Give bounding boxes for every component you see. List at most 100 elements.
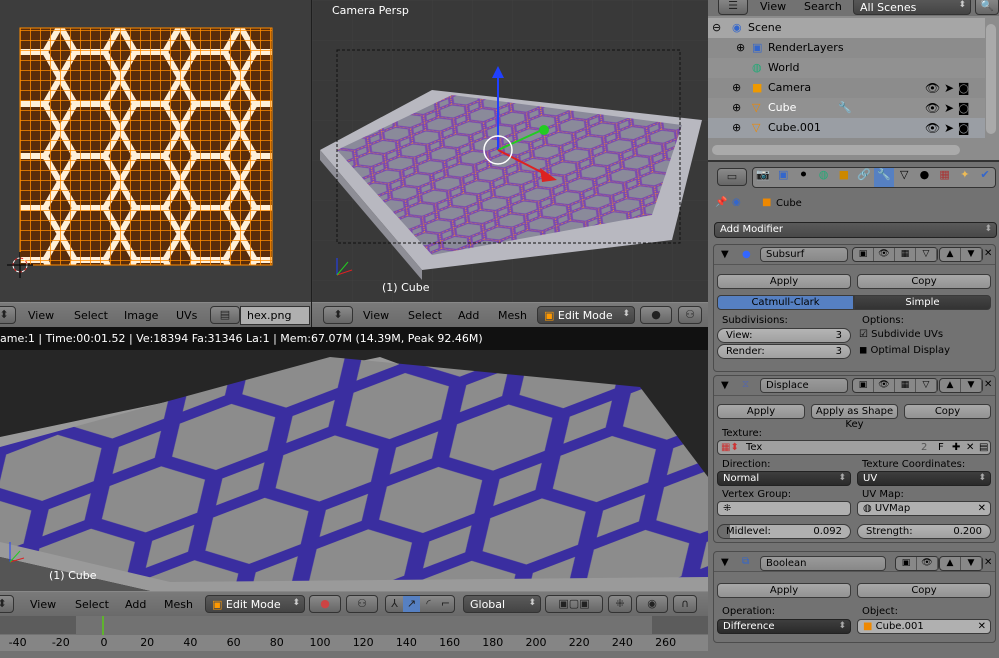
- menu-mesh[interactable]: Mesh: [164, 598, 193, 611]
- render-toggle-icon[interactable]: ▣: [896, 557, 917, 570]
- modifier-name-field[interactable]: Displace: [760, 378, 848, 393]
- editor-type-button[interactable]: ⬍: [323, 306, 353, 324]
- particles-tab-icon[interactable]: ✦: [955, 168, 975, 187]
- manipulator-icon[interactable]: ⅄: [386, 596, 403, 612]
- subdivide-uvs-checkbox[interactable]: ☑ Subdivide UVs: [859, 329, 943, 340]
- uv-menu-image[interactable]: Image: [124, 309, 158, 322]
- copy-button[interactable]: Copy: [857, 583, 991, 598]
- expand-icon[interactable]: ⊕: [732, 118, 741, 138]
- current-frame-indicator[interactable]: [102, 616, 104, 635]
- menu-select[interactable]: Select: [75, 598, 109, 611]
- direction-dropdown[interactable]: Normal: [717, 471, 851, 486]
- render-toggle-icon[interactable]: ▣: [853, 379, 874, 392]
- new-texture-icon[interactable]: ✚: [952, 441, 960, 454]
- move-down-icon[interactable]: ▼: [961, 248, 982, 261]
- apply-button[interactable]: Apply: [717, 583, 851, 598]
- outliner-editor-type[interactable]: ☰: [718, 0, 748, 15]
- uv-menu-view[interactable]: View: [28, 309, 54, 322]
- apply-button[interactable]: Apply: [717, 404, 805, 419]
- move-buttons[interactable]: ▲ ▼: [939, 247, 983, 262]
- outliner-menu-view[interactable]: View: [760, 0, 786, 13]
- object-tab-icon[interactable]: ■: [834, 168, 854, 187]
- copy-button[interactable]: Copy: [857, 274, 991, 289]
- expand-icon[interactable]: ⊕: [732, 78, 741, 98]
- menu-mesh[interactable]: Mesh: [498, 309, 527, 322]
- render-toggle-icon[interactable]: ▣: [853, 248, 874, 261]
- boolean-object-field[interactable]: ■ Cube.001 ✕: [857, 619, 991, 634]
- uv-menu-select[interactable]: Select: [74, 309, 108, 322]
- outliner-hscrollbar[interactable]: [712, 145, 960, 155]
- uv-editor[interactable]: [0, 0, 311, 302]
- outliner-scope-dropdown[interactable]: All Scenes: [853, 0, 971, 15]
- image-browse-button[interactable]: ▤: [210, 306, 240, 324]
- uv-image-canvas[interactable]: [0, 0, 311, 302]
- material-tab-icon[interactable]: ●: [914, 168, 934, 187]
- render-levels-field[interactable]: Render: 3: [717, 344, 851, 359]
- orientation-dropdown[interactable]: Global: [463, 595, 541, 613]
- modifiers-tab-icon[interactable]: 🔧: [874, 168, 895, 187]
- tab-simple[interactable]: Simple: [854, 295, 991, 310]
- expand-icon[interactable]: ⊕: [732, 98, 741, 118]
- menu-add[interactable]: Add: [125, 598, 146, 611]
- outliner-row-renderlayers[interactable]: ⊕ ▣ RenderLayers: [708, 38, 985, 58]
- outliner-row-world[interactable]: ◍ World: [708, 58, 985, 78]
- rendered-scene[interactable]: [0, 327, 708, 591]
- mode-dropdown[interactable]: ▣ Edit Mode: [205, 595, 305, 613]
- menu-view[interactable]: View: [30, 598, 56, 611]
- strength-field[interactable]: Strength: 0.200: [857, 524, 991, 539]
- uv-map-field[interactable]: ◍ UVMap ✕: [857, 501, 991, 516]
- shading-dropdown[interactable]: ●: [309, 595, 341, 613]
- move-buttons[interactable]: ▲ ▼: [939, 378, 983, 393]
- fake-user-button[interactable]: F: [938, 441, 944, 454]
- viewport-toggle-icon[interactable]: 👁: [917, 557, 938, 570]
- optimal-display-checkbox[interactable]: ◼ Optimal Display: [859, 345, 950, 356]
- image-name-field[interactable]: hex.png: [240, 306, 310, 325]
- move-down-icon[interactable]: ▼: [961, 557, 982, 570]
- manipulator-toggles[interactable]: ⅄ ↗ ◜ ⌐: [385, 595, 455, 613]
- pivot-dropdown[interactable]: ⚇: [346, 595, 378, 613]
- view-levels-field[interactable]: View: 3: [717, 328, 851, 343]
- properties-editor-type[interactable]: ▭: [717, 168, 747, 186]
- limit-selection-icon[interactable]: ⁜: [608, 595, 632, 613]
- remove-modifier-icon[interactable]: ✕: [984, 557, 992, 568]
- texture-field[interactable]: ▦⬍ Tex 2 F ✚ ✕ ▤: [717, 440, 991, 455]
- renderlayers-tab-icon[interactable]: ▣: [773, 168, 793, 187]
- rotate-icon[interactable]: ◜: [420, 596, 437, 612]
- collapse-arrow-icon[interactable]: ▼: [721, 380, 729, 391]
- outliner-vscrollbar[interactable]: [986, 24, 996, 134]
- render-tab-icon[interactable]: 📷: [753, 168, 773, 187]
- texture-coordinates-dropdown[interactable]: UV: [857, 471, 991, 486]
- 3d-viewport-rendered[interactable]: ame:1 | Time:00:01.52 | Ve:18394 Fa:3134…: [0, 327, 708, 591]
- tab-catmull-clark[interactable]: Catmull-Clark: [717, 295, 854, 310]
- editor-type-button[interactable]: ⬍: [0, 595, 14, 613]
- cage-toggle-icon[interactable]: ▽: [916, 379, 937, 392]
- snap-icon[interactable]: ∩: [673, 595, 697, 613]
- select-mode-buttons[interactable]: ▣▢▣: [545, 595, 603, 613]
- scale-icon[interactable]: ⌐: [437, 596, 454, 612]
- editmode-toggle-icon[interactable]: ▦: [895, 379, 916, 392]
- remove-modifier-icon[interactable]: ✕: [984, 248, 992, 259]
- editor-type-button[interactable]: ⬍: [0, 306, 16, 324]
- collapse-icon[interactable]: ⊖: [712, 18, 721, 38]
- pin-icon[interactable]: 📌: [715, 197, 727, 208]
- viewport-scene[interactable]: [312, 0, 708, 302]
- editmode-toggle-icon[interactable]: ▦: [895, 248, 916, 261]
- constraints-tab-icon[interactable]: 🔗: [854, 168, 874, 187]
- search-icon[interactable]: 🔍: [975, 0, 999, 15]
- physics-tab-icon[interactable]: ✔: [975, 168, 995, 187]
- mode-dropdown[interactable]: ▣ Edit Mode: [537, 306, 635, 324]
- outliner-menu-search[interactable]: Search: [804, 0, 842, 13]
- modifier-name-field[interactable]: Subsurf: [760, 247, 848, 262]
- menu-view[interactable]: View: [363, 309, 389, 322]
- viewport-toggle-icon[interactable]: 👁: [874, 379, 895, 392]
- proportional-edit-dropdown[interactable]: ◉: [636, 595, 668, 613]
- clear-object-icon[interactable]: ✕: [978, 620, 986, 633]
- collapse-arrow-icon[interactable]: ▼: [721, 557, 729, 568]
- outliner-row-scene[interactable]: ⊖ ◉ Scene: [708, 18, 985, 38]
- display-toggles[interactable]: ▣ 👁 ▦ ▽: [852, 378, 938, 393]
- texture-browse-icon[interactable]: ▤: [979, 441, 988, 454]
- add-modifier-dropdown[interactable]: Add Modifier: [714, 222, 997, 238]
- vertex-group-field[interactable]: ⁜: [717, 501, 851, 516]
- move-buttons[interactable]: ▲ ▼: [939, 556, 983, 571]
- copy-button[interactable]: Copy: [904, 404, 991, 419]
